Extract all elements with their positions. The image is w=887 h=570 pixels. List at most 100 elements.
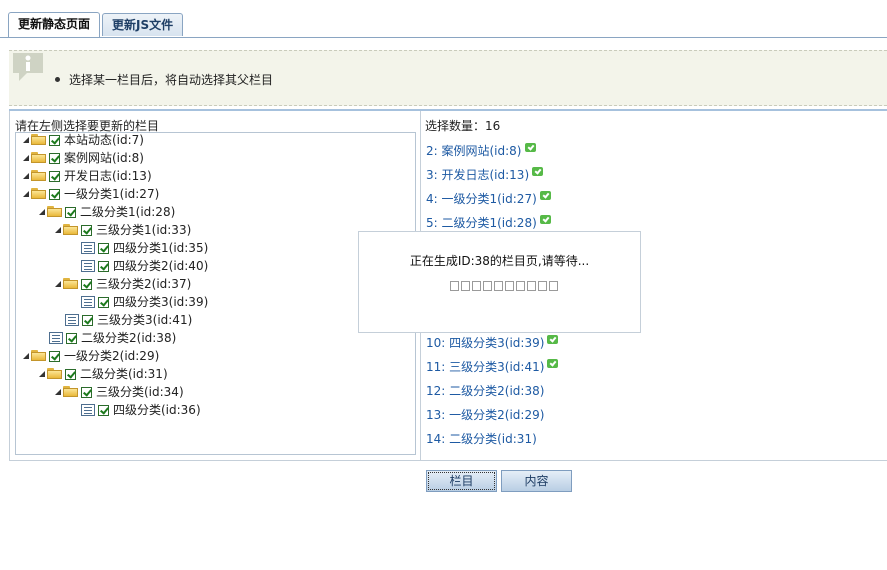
list-item-label: 12: 二级分类2(id:38) bbox=[426, 384, 545, 398]
folder-icon bbox=[31, 188, 47, 200]
tab-underline bbox=[0, 37, 887, 38]
tree-node-label: 四级分类1(id:35) bbox=[113, 241, 209, 255]
tree-node[interactable]: 案例网站(id:8) bbox=[21, 149, 144, 167]
collapse-arrow-icon[interactable] bbox=[37, 203, 47, 221]
folder-icon bbox=[31, 170, 47, 182]
folder-icon bbox=[31, 134, 47, 146]
tree-node[interactable]: 三级分类3(id:41) bbox=[65, 311, 192, 329]
list-item-label: 4: 一级分类1(id:27) bbox=[426, 192, 537, 206]
folder-icon bbox=[63, 224, 79, 236]
collapse-arrow-icon[interactable] bbox=[21, 149, 31, 167]
check-icon bbox=[524, 143, 536, 152]
tree-node[interactable]: 三级分类1(id:33) bbox=[53, 221, 191, 239]
checkbox[interactable] bbox=[81, 278, 92, 290]
collapse-arrow-icon[interactable] bbox=[53, 221, 63, 239]
tree-node-label: 一级分类1(id:27) bbox=[64, 187, 160, 201]
collapse-arrow-icon[interactable] bbox=[53, 383, 63, 401]
content-button[interactable]: 内容 bbox=[501, 470, 572, 492]
progress-box bbox=[461, 281, 470, 291]
tree-node-label: 二级分类1(id:28) bbox=[80, 205, 176, 219]
checkbox[interactable] bbox=[98, 404, 109, 416]
progress-box bbox=[516, 281, 525, 291]
page-icon bbox=[65, 314, 79, 326]
checkbox[interactable] bbox=[49, 134, 60, 146]
progress-box bbox=[505, 281, 514, 291]
collapse-arrow-icon[interactable] bbox=[21, 131, 31, 149]
checkbox[interactable] bbox=[82, 314, 93, 326]
tree-node-label: 开发日志(id:13) bbox=[64, 169, 152, 183]
tree-node-label: 三级分类3(id:41) bbox=[97, 313, 193, 327]
tab-update-static-pages[interactable]: 更新静态页面 bbox=[8, 12, 101, 37]
checkbox[interactable] bbox=[49, 152, 60, 164]
collapse-arrow-icon[interactable] bbox=[21, 347, 31, 365]
tree-node[interactable]: 二级分类1(id:28) bbox=[37, 203, 175, 221]
page-icon bbox=[81, 260, 95, 272]
list-item: 14: 二级分类(id:31) bbox=[426, 430, 537, 448]
checkbox[interactable] bbox=[98, 242, 109, 254]
tree-node-label: 四级分类3(id:39) bbox=[113, 295, 209, 309]
check-icon bbox=[539, 215, 551, 224]
tree-node[interactable]: 二级分类(id:31) bbox=[37, 365, 168, 383]
checkbox[interactable] bbox=[66, 332, 77, 344]
checkbox[interactable] bbox=[65, 206, 76, 218]
collapse-arrow-icon[interactable] bbox=[21, 167, 31, 185]
tree-node[interactable]: 四级分类3(id:39) bbox=[81, 293, 208, 311]
tree-node[interactable]: 本站动态(id:7) bbox=[21, 131, 144, 149]
list-item: 12: 二级分类2(id:38) bbox=[426, 382, 544, 400]
checkbox[interactable] bbox=[65, 368, 76, 380]
column-button[interactable]: 栏目 bbox=[426, 470, 497, 492]
checkbox[interactable] bbox=[81, 224, 92, 236]
checkbox[interactable] bbox=[98, 260, 109, 272]
tree-node-label: 三级分类(id:34) bbox=[96, 385, 184, 399]
checkbox[interactable] bbox=[49, 350, 60, 362]
list-item: 13: 一级分类2(id:29) bbox=[426, 406, 544, 424]
list-item: 10: 四级分类3(id:39) bbox=[426, 334, 559, 352]
collapse-arrow-icon[interactable] bbox=[21, 185, 31, 203]
tree-node[interactable]: 三级分类(id:34) bbox=[53, 383, 184, 401]
collapse-arrow-icon[interactable] bbox=[53, 275, 63, 293]
info-icon bbox=[13, 53, 43, 81]
tree-node[interactable]: 一级分类2(id:29) bbox=[21, 347, 159, 365]
page-icon bbox=[81, 242, 95, 254]
tree-node[interactable]: 开发日志(id:13) bbox=[21, 167, 152, 185]
progress-dialog: 正在生成ID:38的栏目页,请等待... bbox=[358, 231, 641, 333]
tree-node[interactable]: 四级分类2(id:40) bbox=[81, 257, 208, 275]
checkbox[interactable] bbox=[49, 188, 60, 200]
list-item-label: 2: 案例网站(id:8) bbox=[426, 144, 522, 158]
checkbox[interactable] bbox=[49, 170, 60, 182]
tree-node[interactable]: 四级分类(id:36) bbox=[81, 401, 201, 419]
tab-bar: 更新静态页面 更新JS文件 bbox=[8, 12, 184, 37]
progress-box bbox=[549, 281, 558, 291]
list-item-label: 14: 二级分类(id:31) bbox=[426, 432, 537, 446]
tree-node-label: 案例网站(id:8) bbox=[64, 151, 144, 165]
folder-icon bbox=[31, 350, 47, 362]
tree-node[interactable]: 一级分类1(id:27) bbox=[21, 185, 159, 203]
progress-bar bbox=[450, 281, 558, 291]
list-item-label: 3: 开发日志(id:13) bbox=[426, 168, 530, 182]
info-text: 选择某一栏目后，将自动选择其父栏目 bbox=[55, 71, 273, 88]
tree-node[interactable]: 二级分类2(id:38) bbox=[49, 329, 176, 347]
collapse-arrow-icon[interactable] bbox=[37, 365, 47, 383]
tab-update-js-files[interactable]: 更新JS文件 bbox=[102, 13, 184, 36]
progress-box bbox=[494, 281, 503, 291]
check-icon bbox=[532, 167, 544, 176]
progress-box bbox=[450, 281, 459, 291]
progress-message: 正在生成ID:38的栏目页,请等待... bbox=[409, 254, 590, 268]
list-item: 4: 一级分类1(id:27) bbox=[426, 190, 551, 208]
tree-node-label: 四级分类2(id:40) bbox=[113, 259, 209, 273]
tree-node-label: 四级分类(id:36) bbox=[113, 403, 201, 417]
page-icon bbox=[49, 332, 63, 344]
checkbox[interactable] bbox=[98, 296, 109, 308]
tree-node-label: 二级分类2(id:38) bbox=[81, 331, 177, 345]
tree-node[interactable]: 三级分类2(id:37) bbox=[53, 275, 191, 293]
checkbox[interactable] bbox=[81, 386, 92, 398]
check-icon bbox=[539, 191, 551, 200]
info-box: 选择某一栏目后，将自动选择其父栏目 bbox=[9, 50, 887, 106]
list-item-label: 5: 二级分类1(id:28) bbox=[426, 216, 537, 230]
tree-node-label: 三级分类1(id:33) bbox=[96, 223, 192, 237]
folder-icon bbox=[47, 368, 63, 380]
tree-node[interactable]: 四级分类1(id:35) bbox=[81, 239, 208, 257]
list-item: 11: 三级分类3(id:41) bbox=[426, 358, 559, 376]
progress-box bbox=[483, 281, 492, 291]
list-item-label: 13: 一级分类2(id:29) bbox=[426, 408, 545, 422]
